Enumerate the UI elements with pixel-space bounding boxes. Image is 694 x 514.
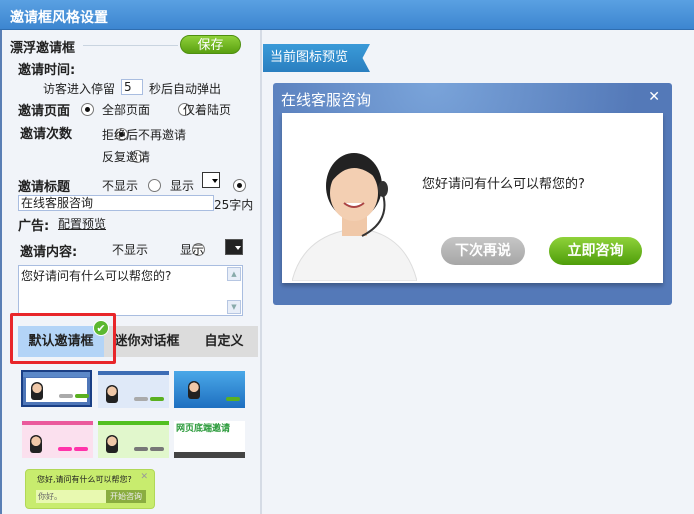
close-icon[interactable]: ✕: [648, 89, 660, 105]
invite-count-label: 邀请次数: [20, 127, 73, 142]
style-thumb-4[interactable]: [22, 421, 93, 458]
content-color-picker[interactable]: [225, 239, 243, 255]
option-all-pages: 全部页面: [102, 103, 151, 117]
option-title-hide: 不显示: [102, 179, 139, 193]
scroll-down-button[interactable]: ▼: [227, 300, 241, 314]
bubble-button: 开始咨询: [106, 490, 146, 503]
option-repeat: 反复邀请: [102, 150, 151, 164]
mini-bubble-thumb[interactable]: 您好,请问有什么可以帮您? ✕ 你好。 开始咨询: [25, 469, 155, 509]
invite-title-label: 邀请标题: [18, 180, 71, 195]
invite-dialog-preview: 在线客服咨询 ✕ 您好请问有什么可以帮您的? 下次再说 立即咨询: [273, 83, 672, 305]
window-title: 邀请框风格设置: [0, 0, 694, 30]
style-thumb-5[interactable]: [98, 421, 169, 458]
option-no-repeat: 拒绝后不再邀请: [102, 128, 187, 142]
invite-time-label: 邀请时间:: [18, 63, 76, 78]
check-icon: ✔: [93, 320, 109, 336]
ad-label: 广告:: [18, 219, 50, 234]
style-thumb-3[interactable]: [174, 371, 245, 408]
tab-mini-dialog[interactable]: 迷你对话框: [110, 326, 184, 357]
title-input[interactable]: 在线客服咨询: [18, 195, 214, 211]
radio-all-pages[interactable]: [81, 103, 94, 116]
stay-suffix: 秒后自动弹出: [149, 82, 222, 96]
title-color-picker[interactable]: [202, 172, 220, 188]
style-thumb-1[interactable]: [21, 370, 92, 407]
tab-custom[interactable]: 自定义: [196, 326, 252, 357]
close-icon: ✕: [140, 472, 148, 482]
option-content-hide: 不显示: [112, 243, 149, 257]
scroll-up-button[interactable]: ▲: [227, 267, 241, 281]
title-limit: 25字内: [214, 198, 254, 212]
style-thumb-2[interactable]: [98, 371, 169, 408]
invite-page-label: 邀请页面: [18, 104, 71, 119]
dialog-body: 您好请问有什么可以帮您的? 下次再说 立即咨询: [282, 113, 663, 283]
content-text: 您好请问有什么可以帮您的?: [21, 269, 172, 283]
option-content-show: 显示: [180, 243, 205, 257]
content-label: 邀请内容:: [20, 245, 78, 260]
dialog-message: 您好请问有什么可以帮您的?: [422, 177, 585, 192]
bubble-input: 你好。: [36, 490, 106, 503]
divider: [83, 45, 178, 46]
preview-ribbon: 当前图标预览: [263, 44, 370, 72]
style-thumb-6[interactable]: 网页底端邀请: [174, 421, 245, 458]
option-title-show: 显示: [170, 179, 195, 193]
save-button[interactable]: 保存: [180, 35, 241, 54]
content-textarea[interactable]: 您好请问有什么可以帮您的? ▲ ▼: [18, 265, 243, 316]
bubble-text: 您好,请问有什么可以帮您?: [37, 475, 132, 484]
later-button[interactable]: 下次再说: [441, 237, 525, 265]
ad-config-link[interactable]: 配置预览: [58, 215, 106, 232]
stay-seconds-input[interactable]: 5: [121, 79, 143, 95]
thumb-banner-text: 网页底端邀请: [176, 424, 231, 434]
section-title: 漂浮邀请框: [10, 41, 76, 56]
agent-photo: [292, 153, 417, 281]
stay-prefix: 访客进入停留: [43, 82, 116, 96]
option-landing-page: 仅着陆页: [183, 103, 232, 117]
dialog-title: 在线客服咨询: [281, 91, 372, 109]
consult-now-button[interactable]: 立即咨询: [549, 237, 642, 265]
